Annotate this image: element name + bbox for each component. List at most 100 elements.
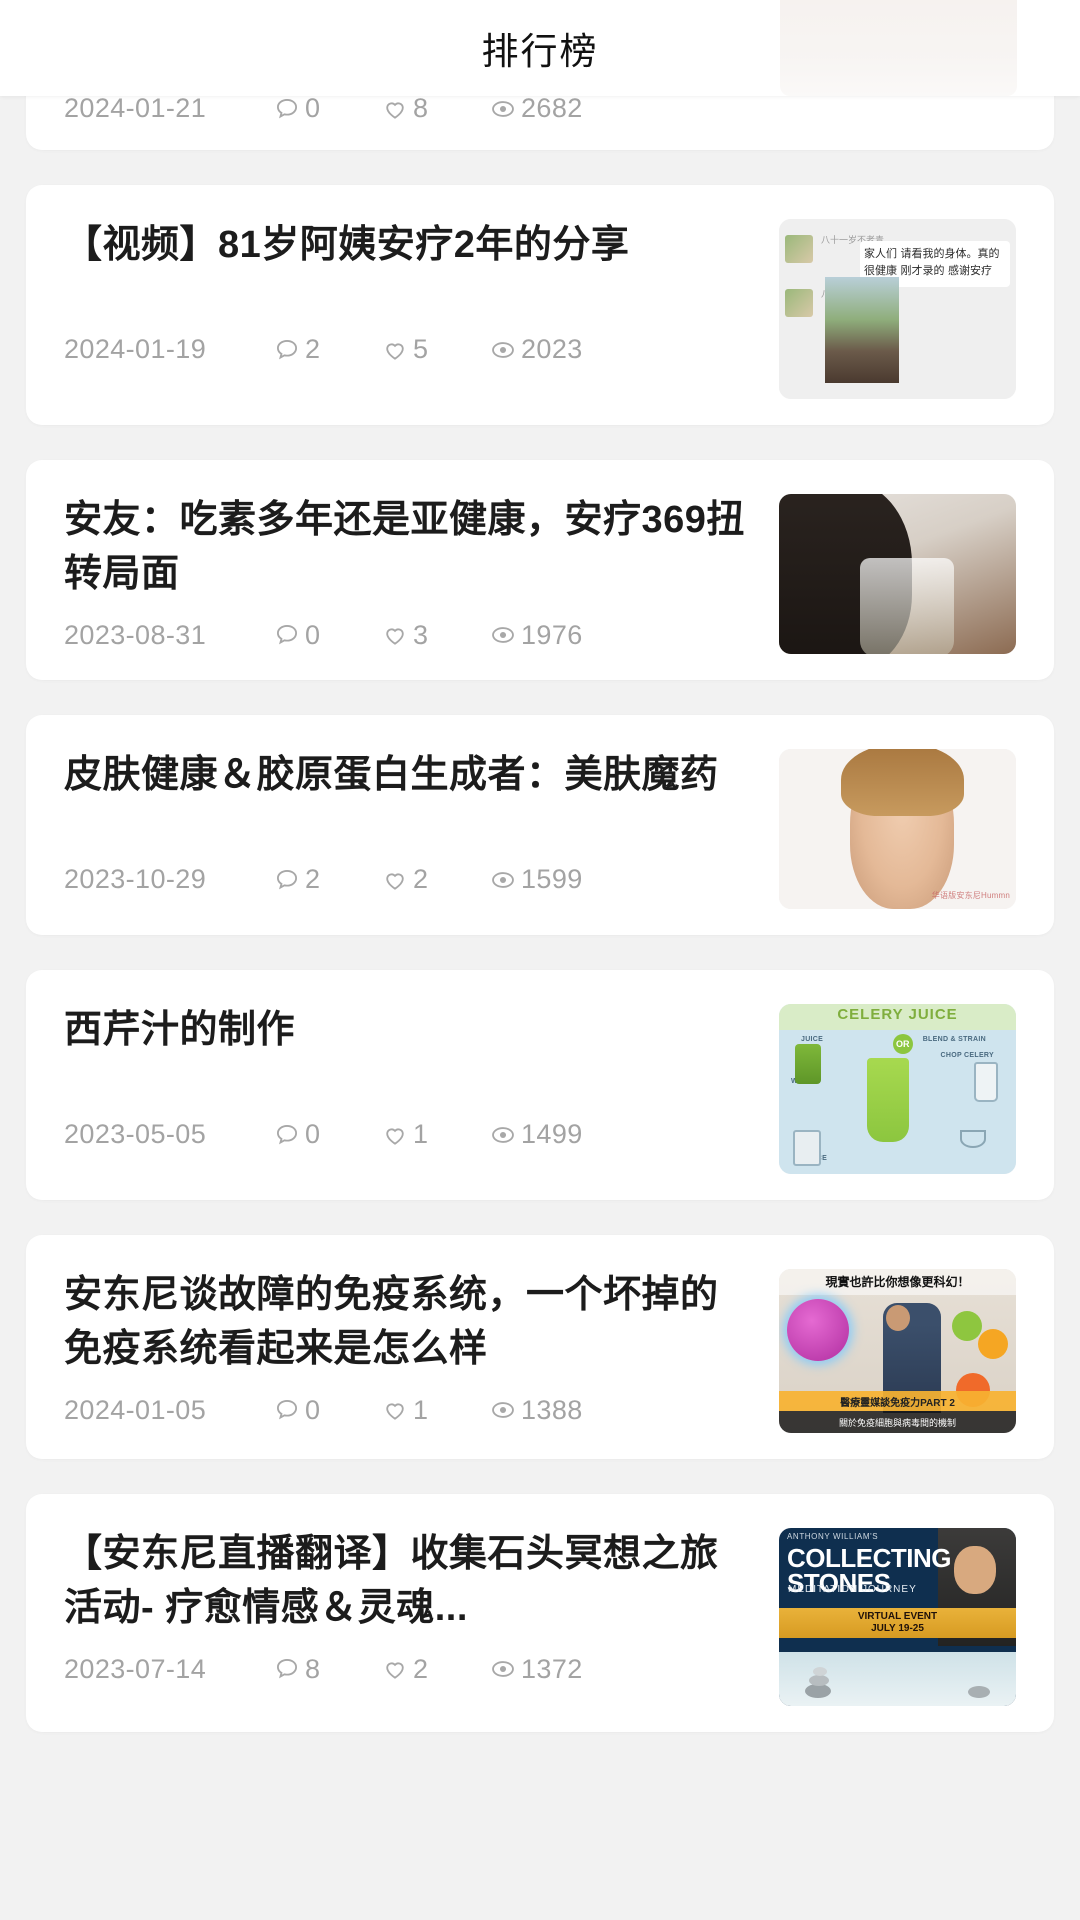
card-meta-row: 2024-01-19 2 5 2023 — [64, 334, 749, 365]
eye-icon — [490, 622, 516, 648]
publish-date: 2024-01-19 — [64, 334, 207, 364]
comment-count: 0 — [274, 1119, 382, 1150]
list-item[interactable]: 2024-01-21 0 8 2682 — [26, 96, 1054, 150]
list-item[interactable]: 西芹汁的制作 2023-05-05 0 1 1499 CELERY JUICE … — [26, 970, 1054, 1200]
comment-bubble-icon — [274, 1397, 300, 1423]
thumbnail-image[interactable]: 八十一岁不老青 家人们 请看我的身体。真的很健康 刚才录的 感谢安疗 八十一岁不… — [779, 219, 1016, 399]
like-count: 2 — [382, 1654, 490, 1685]
view-count: 1499 — [490, 1119, 583, 1150]
like-count-value: 8 — [413, 96, 429, 123]
article-title[interactable]: 安友：吃素多年还是亚健康，安疗369扭转局面 — [64, 494, 749, 602]
view-count-value: 1388 — [521, 1394, 583, 1425]
card-meta-row: 2023-05-05 0 1 1499 — [64, 1119, 749, 1150]
list-item[interactable]: 安友：吃素多年还是亚健康，安疗369扭转局面 2023-08-31 0 3 19… — [26, 460, 1054, 680]
page-title: 排行榜 — [481, 31, 599, 72]
article-title[interactable]: 安东尼谈故障的免疫系统，一个坏掉的免疫系统看起来是怎么样 — [64, 1269, 749, 1377]
thumbnail-image[interactable]: 华语版安东尼Hummn — [779, 749, 1016, 909]
card-meta-row: 2024-01-21 0 8 2682 — [64, 96, 749, 124]
card-meta-row: 2023-08-31 0 3 1976 — [64, 620, 749, 651]
article-title[interactable]: 【视频】81岁阿姨安疗2年的分享 — [64, 219, 749, 273]
thumb-stones-gold-line1: VIRTUAL EVENT — [857, 1610, 938, 1622]
comment-bubble-icon — [274, 867, 300, 893]
comment-count: 0 — [274, 1395, 382, 1426]
comment-bubble-icon — [274, 337, 300, 363]
eye-icon — [490, 1656, 516, 1682]
eye-icon — [490, 1397, 516, 1423]
thumb-label-chop: CHOP CELERY — [940, 1052, 994, 1059]
list-item[interactable]: 【安东尼直播翻译】收集石头冥想之旅活动- 疗愈情感＆灵魂... 2023-07-… — [26, 1494, 1054, 1732]
view-count-value: 1976 — [521, 619, 583, 650]
publish-date: 2023-10-29 — [64, 864, 207, 894]
thumb-label-or: OR — [892, 1034, 913, 1054]
heart-icon — [382, 867, 408, 893]
thumb-stones-subtitle: MEDITATION JOURNEY — [788, 1584, 917, 1595]
publish-date: 2023-08-31 — [64, 619, 207, 650]
card-meta-row: 2023-07-14 8 2 1372 — [64, 1654, 749, 1685]
thumbnail-image[interactable]: CELERY JUICE JUICE BLEND & STRAIN WASH J… — [779, 1004, 1016, 1174]
comment-count-value: 0 — [305, 1394, 321, 1425]
thumbnail-image[interactable]: ANTHONY WILLIAM'S COLLECTING STONES MEDI… — [779, 1528, 1016, 1706]
like-count-value: 1 — [413, 1119, 429, 1149]
view-count-value: 1372 — [521, 1653, 583, 1684]
thumb-immune-band-text: 醫療靈媒談免疫力PART 2 — [779, 1391, 1016, 1411]
publish-date: 2024-01-05 — [64, 1394, 207, 1425]
article-title[interactable]: 西芹汁的制作 — [64, 1004, 749, 1058]
comment-bubble-icon — [274, 622, 300, 648]
thumb-immune-band2-text: 關於免疫細胞與病毒間的機制 — [779, 1411, 1016, 1433]
list-item[interactable]: 安东尼谈故障的免疫系统，一个坏掉的免疫系统看起来是怎么样 2024-01-05 … — [26, 1235, 1054, 1459]
like-count: 3 — [382, 620, 490, 651]
view-count: 2682 — [490, 96, 583, 124]
like-count: 1 — [382, 1119, 490, 1150]
heart-icon — [382, 1656, 408, 1682]
publish-date: 2023-07-14 — [64, 1653, 207, 1684]
comment-bubble-icon — [274, 96, 300, 122]
heart-icon — [382, 1122, 408, 1148]
comment-count-value: 0 — [305, 619, 321, 650]
comment-count: 0 — [274, 620, 382, 651]
publish-date: 2024-01-21 — [64, 96, 207, 123]
view-count-value: 2682 — [521, 96, 583, 123]
thumbnail-image[interactable]: 現實也許比你想像更科幻！ 醫療靈媒談免疫力PART 2 關於免疫細胞與病毒間的機… — [779, 1269, 1016, 1433]
view-count: 1372 — [490, 1654, 583, 1685]
like-count-value: 3 — [413, 619, 429, 650]
comment-count: 2 — [274, 334, 382, 365]
thumb-immune-top-text: 現實也許比你想像更科幻！ — [825, 1275, 970, 1289]
view-count: 1976 — [490, 620, 583, 651]
thumb-label-juice: JUICE — [801, 1036, 824, 1043]
list-item[interactable]: 皮肤健康＆胶原蛋白生成者：美肤魔药 2023-10-29 2 2 1599 华语… — [26, 715, 1054, 935]
publish-date: 2023-05-05 — [64, 1119, 207, 1149]
article-title[interactable]: 【安东尼直播翻译】收集石头冥想之旅活动- 疗愈情感＆灵魂... — [64, 1528, 749, 1636]
view-count-value: 1499 — [521, 1119, 583, 1149]
like-count-value: 1 — [413, 1394, 429, 1425]
eye-icon — [490, 867, 516, 893]
heart-icon — [382, 337, 408, 363]
like-count: 5 — [382, 334, 490, 365]
view-count: 1599 — [490, 864, 583, 895]
thumb-stones-gold-line2: JULY 19-25 — [871, 1623, 924, 1634]
comment-bubble-icon — [274, 1122, 300, 1148]
article-title[interactable]: 皮肤健康＆胶原蛋白生成者：美肤魔药 — [64, 749, 749, 803]
view-count-value: 1599 — [521, 864, 583, 894]
comment-count-value: 0 — [305, 96, 321, 123]
list-item[interactable]: 【视频】81岁阿姨安疗2年的分享 2024-01-19 2 5 2023 八十一… — [26, 185, 1054, 425]
thumb-celery-title: CELERY JUICE — [837, 1006, 958, 1023]
like-count-value: 2 — [413, 864, 429, 894]
comment-count-value: 8 — [305, 1653, 321, 1684]
thumb-label-blend: BLEND & STRAIN — [922, 1036, 986, 1043]
comment-count-value: 2 — [305, 334, 321, 364]
ranking-feed-list[interactable]: 2024-01-21 0 8 2682 【视频】81岁阿姨安疗2年的分享 202… — [0, 96, 1080, 1920]
heart-icon — [382, 622, 408, 648]
thumbnail-image[interactable] — [779, 494, 1016, 654]
thumb-chat-bubble-text: 家人们 请看我的身体。真的很健康 刚才录的 感谢安疗 — [864, 247, 1000, 278]
like-count: 1 — [382, 1395, 490, 1426]
thumb-stones-pretitle: ANTHONY WILLIAM'S — [787, 1532, 879, 1541]
comment-bubble-icon — [274, 1656, 300, 1682]
comment-count-value: 0 — [305, 1119, 321, 1149]
view-count: 2023 — [490, 334, 583, 365]
card-meta-row: 2023-10-29 2 2 1599 — [64, 864, 749, 895]
eye-icon — [490, 1122, 516, 1148]
card-meta-row: 2024-01-05 0 1 1388 — [64, 1395, 749, 1426]
comment-count-value: 2 — [305, 864, 321, 894]
like-count-value: 2 — [413, 1653, 429, 1684]
thumb-watermark: 华语版安东尼Hummn — [931, 891, 1010, 900]
